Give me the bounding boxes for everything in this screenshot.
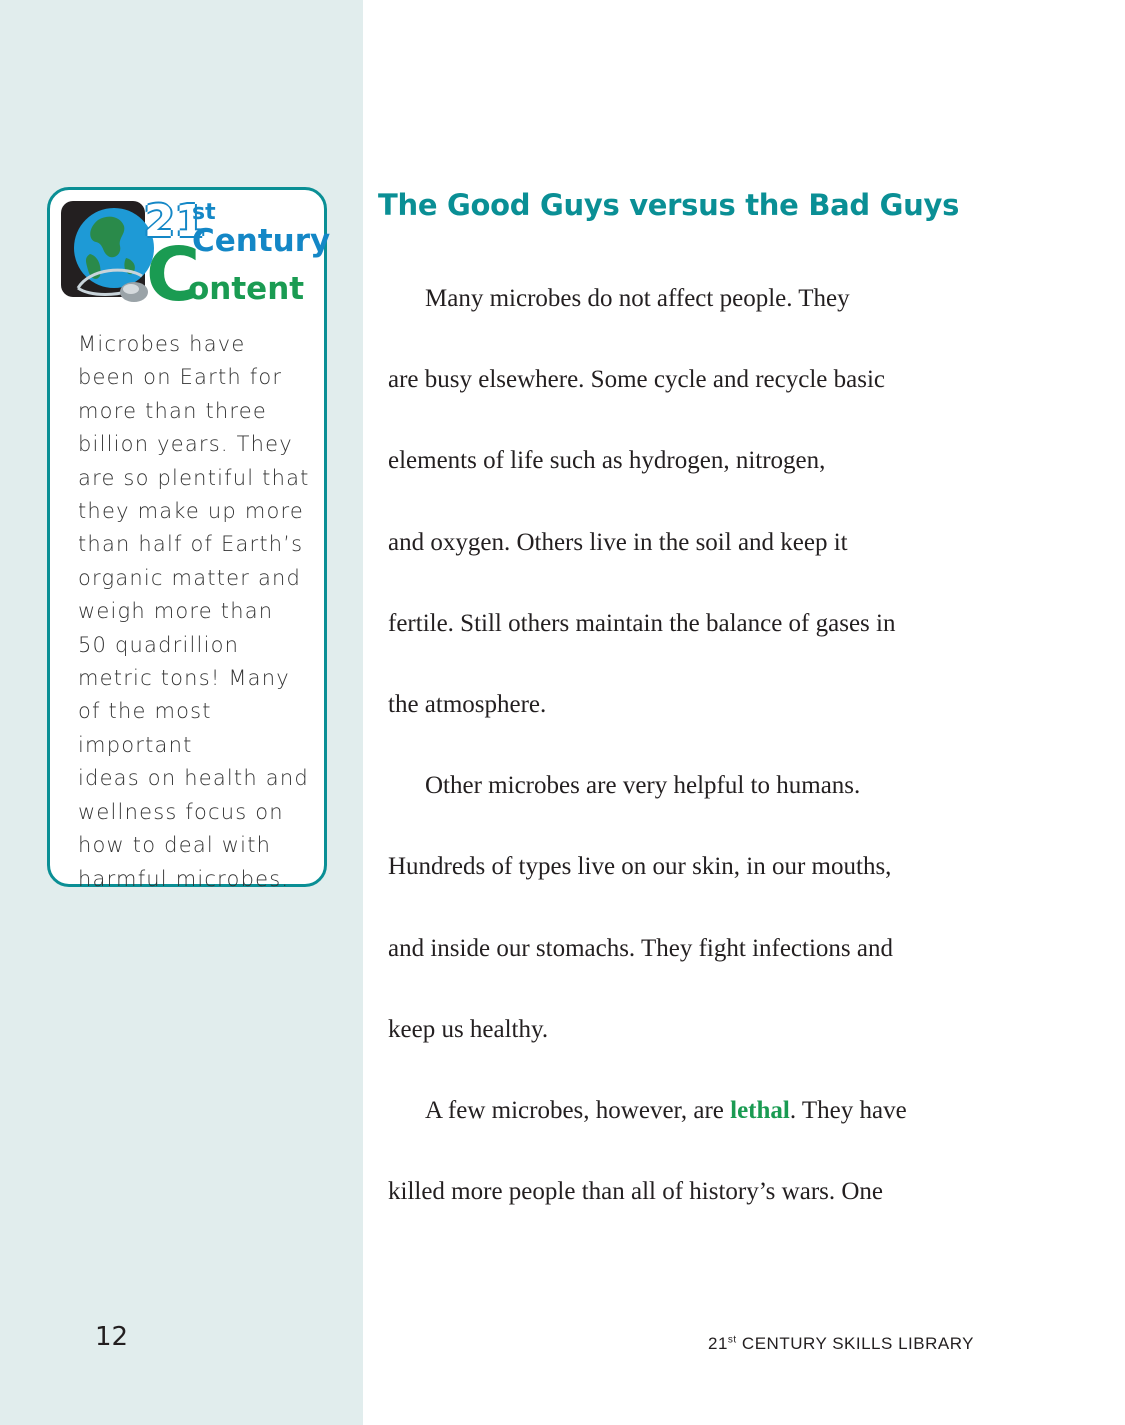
section-heading: The Good Guys versus the Bad Guys — [378, 188, 960, 222]
body-line: are busy elsewhere. Some cycle and recyc… — [388, 366, 885, 394]
callout-line: wellness focus on — [78, 799, 284, 824]
logo-century: Century — [192, 223, 331, 259]
callout-line: are so plentiful that — [78, 465, 310, 490]
callout-line: organic matter and — [78, 565, 302, 590]
callout-line: how to deal with — [78, 833, 272, 858]
callout-line: they make up more — [78, 499, 305, 524]
body-line: Hundreds of types live on our skin, in o… — [388, 853, 892, 881]
body-line: Many microbes do not affect people. They — [425, 285, 850, 312]
body-line: and oxygen. Others live in the soil and … — [388, 528, 848, 556]
body-line: the atmosphere. — [388, 691, 547, 719]
century-content-callout: 21 st Century C ontent Microbes have bee… — [47, 187, 330, 891]
body-line: Other microbes are very helpful to human… — [425, 772, 861, 800]
callout-line: Microbes have — [78, 332, 246, 356]
callout-line: of the most important — [78, 699, 212, 757]
body-text: Many microbes do not affect people. They… — [388, 258, 948, 1232]
callout-text: Microbes have been on Earth for more tha… — [78, 328, 318, 896]
callout-line: metric tons! Many — [78, 666, 290, 691]
body-line: elements of life such as hydrogen, nitro… — [388, 447, 826, 475]
callout-line: ideas on health and — [78, 766, 309, 791]
century-content-logo: 21 st Century C ontent — [60, 200, 330, 313]
callout-line: harmful microbes. — [78, 866, 290, 891]
callout-line: 50 quadrillion — [78, 632, 240, 657]
series-label: 21st CENTURY SKILLS LIBRARY — [708, 1334, 975, 1353]
body-line: fertile. Still others maintain the balan… — [388, 609, 896, 637]
vocab-term-lethal[interactable]: lethal — [730, 1097, 790, 1124]
body-line: A few microbes, however, are lethal. The… — [425, 1097, 907, 1125]
callout-line: been on Earth for — [78, 365, 283, 390]
body-line: killed more people than all of history’s… — [388, 1178, 884, 1206]
callout-line: weigh more than — [78, 599, 274, 624]
callout-line: billion years. They — [78, 432, 293, 457]
logo-superscript: st — [192, 200, 216, 225]
logo-ontent: ontent — [188, 271, 305, 307]
callout-line: more than three — [78, 398, 268, 423]
logo-wordmark: 21 st Century C ontent — [60, 200, 330, 313]
callout-line: than half of Earth’s — [78, 532, 304, 557]
body-line: keep us healthy. — [388, 1015, 549, 1043]
body-line: and inside our stomachs. They fight infe… — [388, 934, 893, 962]
page-number: 12 — [95, 1322, 129, 1352]
